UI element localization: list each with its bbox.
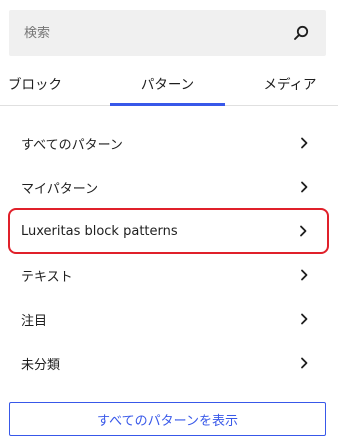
chevron-right-icon xyxy=(301,313,308,325)
tab-media[interactable]: メディア xyxy=(225,60,338,105)
category-item-my-patterns[interactable]: マイパターン xyxy=(0,165,338,209)
show-all-patterns-label: すべてのパターンを表示 xyxy=(97,413,238,429)
category-label: テキスト xyxy=(21,269,73,285)
category-item-featured[interactable]: 注目 xyxy=(0,297,338,341)
search-input[interactable] xyxy=(24,25,290,41)
chevron-right-icon xyxy=(301,137,308,149)
category-item-uncategorized[interactable]: 未分類 xyxy=(0,341,338,385)
category-label: マイパターン xyxy=(21,181,99,197)
chevron-right-icon xyxy=(301,269,308,281)
category-label: すべてのパターン xyxy=(21,137,123,153)
category-label: Luxeritas block patterns xyxy=(21,223,178,239)
category-item-text[interactable]: テキスト xyxy=(0,253,338,297)
chevron-right-icon xyxy=(300,225,307,237)
tab-patterns-label: パターン xyxy=(140,76,195,93)
tab-patterns[interactable]: パターン xyxy=(110,60,225,106)
chevron-right-icon xyxy=(301,357,308,369)
category-item-all-patterns[interactable]: すべてのパターン xyxy=(0,121,338,165)
category-label: 未分類 xyxy=(21,357,61,373)
tab-media-label: メディア xyxy=(263,76,317,93)
category-label: 注目 xyxy=(21,313,48,329)
pattern-category-list: すべてのパターン マイパターン Luxeritas block patterns… xyxy=(0,121,338,385)
tab-blocks-label: ブロック xyxy=(8,76,62,93)
inserter-tabs: ブロック パターン メディア xyxy=(0,60,338,106)
show-all-patterns-button[interactable]: すべてのパターンを表示 xyxy=(9,402,326,436)
search-box xyxy=(9,10,326,56)
category-item-luxeritas[interactable]: Luxeritas block patterns xyxy=(8,208,329,254)
tab-blocks[interactable]: ブロック xyxy=(0,60,100,105)
search-icon[interactable] xyxy=(290,22,312,44)
chevron-right-icon xyxy=(301,181,308,193)
